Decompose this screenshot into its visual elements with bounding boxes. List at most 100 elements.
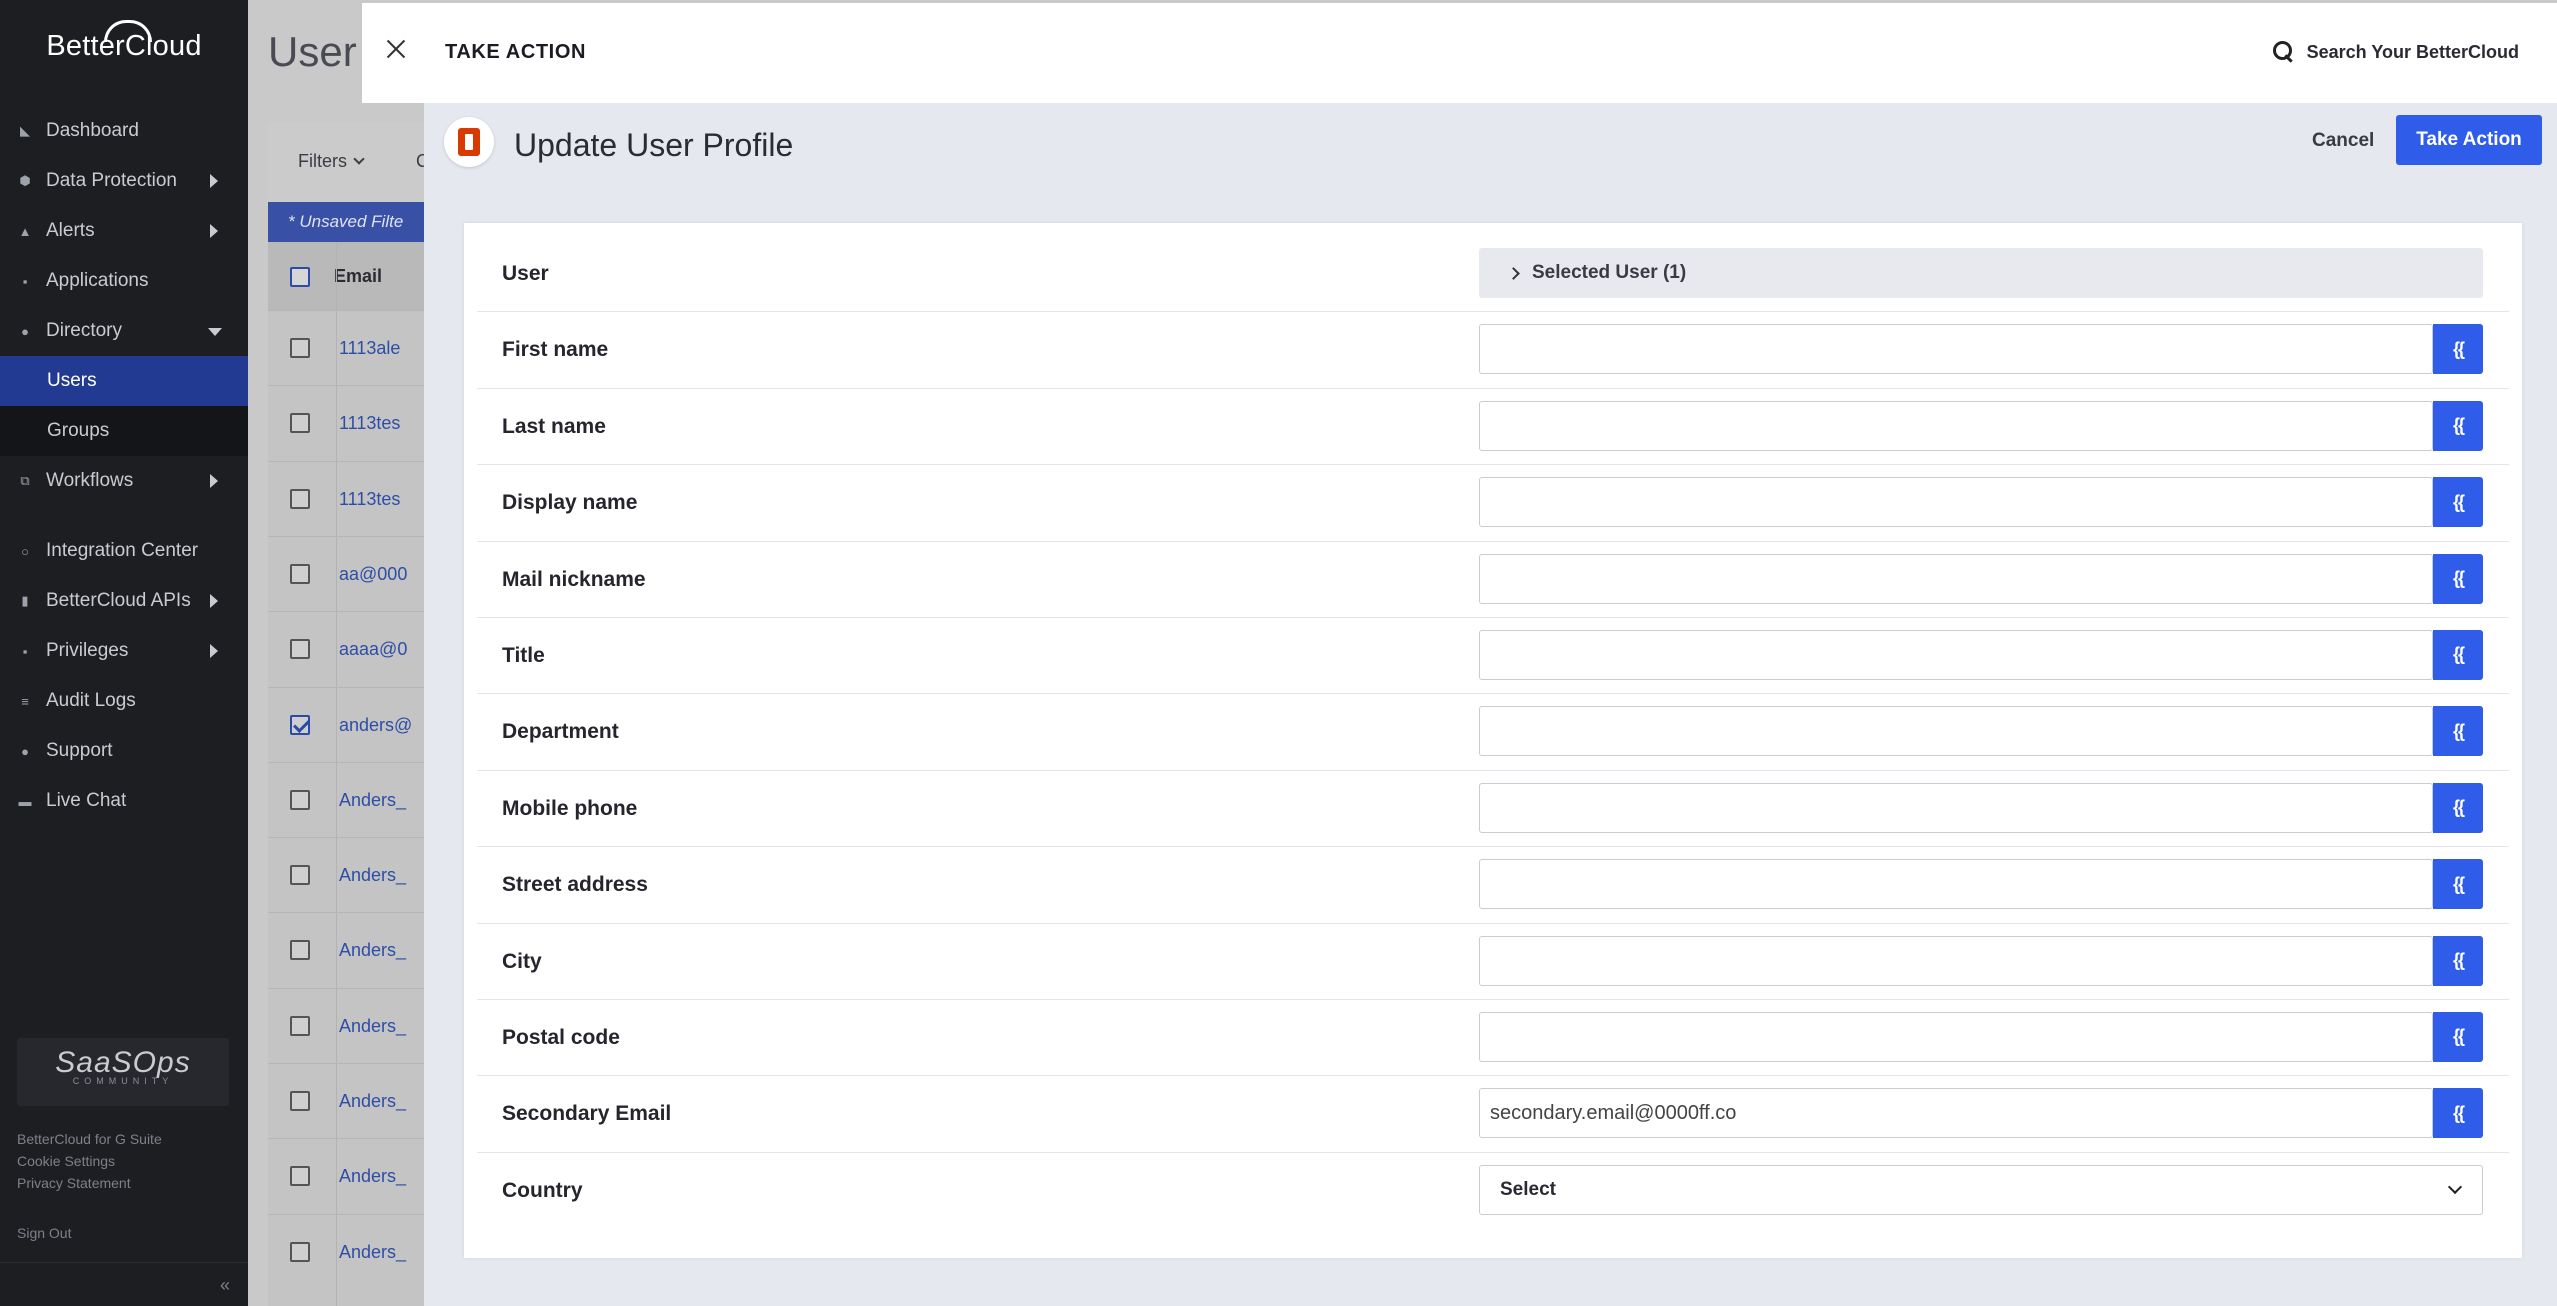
sidebar-item-dashboard[interactable]: ◣ Dashboard (0, 106, 248, 156)
sidebar-item-workflows[interactable]: ⧉ Workflows (0, 456, 248, 506)
table-row[interactable]: anders@ (268, 686, 448, 762)
table-row[interactable]: Anders_ (268, 1063, 448, 1138)
chevron-down-icon (353, 153, 365, 165)
department-input[interactable] (1479, 706, 2433, 757)
field-label: User (502, 262, 549, 285)
community-tagline: COMMUNITY (72, 1076, 174, 1086)
sidebar-item-label: Workflows (46, 470, 134, 491)
row-checkbox[interactable] (290, 563, 310, 584)
insert-variable-button[interactable]: {{ (2433, 859, 2483, 910)
form-row-country: Country Select (477, 1153, 2509, 1229)
field-label: Secondary Email (502, 1102, 672, 1126)
insert-variable-button[interactable]: {{ (2433, 1011, 2483, 1062)
sidebar-item-data-protection[interactable]: ⬢ Data Protection (0, 156, 248, 206)
insert-variable-button[interactable]: {{ (2433, 935, 2483, 986)
table-row[interactable]: Anders_ (268, 912, 448, 987)
sign-out-link[interactable]: Sign Out (17, 1225, 71, 1241)
insert-variable-button[interactable]: {{ (2433, 553, 2483, 604)
sidebar-item-label: Groups (47, 420, 110, 441)
row-checkbox[interactable] (290, 639, 310, 660)
selected-user-label: Selected User (1) (1532, 262, 1687, 283)
table-row[interactable]: Anders_ (268, 1213, 448, 1289)
sidebar-item-bettercloud-apis[interactable]: ▮ BetterCloud APIs (0, 576, 248, 626)
sidebar-item-alerts[interactable]: ▲ Alerts (0, 206, 248, 256)
sidebar-item-privileges[interactable]: ▪ Privileges (0, 626, 248, 676)
sidebar-item-applications[interactable]: ▪ Applications (0, 256, 248, 306)
take-action-button[interactable]: Take Action (2396, 115, 2542, 165)
select-all-checkbox[interactable] (290, 267, 310, 287)
row-checkbox[interactable] (290, 413, 310, 434)
sidebar-item-label: Alerts (46, 220, 95, 241)
row-checkbox[interactable] (290, 1241, 310, 1262)
secondary-email-input[interactable] (1479, 1088, 2433, 1139)
row-checkbox[interactable] (290, 1166, 310, 1187)
table-row[interactable]: Anders_ (268, 1138, 448, 1213)
last-name-input[interactable] (1479, 400, 2433, 451)
form-row-first-name: First name {{ (477, 312, 2509, 389)
insert-variable-button[interactable]: {{ (2433, 324, 2483, 375)
form-row-secondary-email: Secondary Email {{ (477, 1076, 2509, 1153)
saasops-community-logo[interactable]: SaaSOps COMMUNITY (17, 1038, 229, 1106)
footer-link-cookie-settings[interactable]: Cookie Settings (17, 1150, 162, 1172)
search-bettercloud[interactable]: Search Your BetterCloud (2272, 41, 2519, 63)
insert-variable-button[interactable]: {{ (2433, 782, 2483, 833)
table-row[interactable]: 1113tes (268, 385, 448, 460)
email-column-header[interactable]: Email (334, 266, 382, 287)
city-input[interactable] (1479, 935, 2433, 986)
table-row[interactable]: aaaa@0 (268, 611, 448, 686)
chevron-right-icon (210, 474, 218, 488)
field-label: First name (502, 338, 609, 362)
bar-chart-icon: ▮ (21, 593, 29, 608)
form-row-city: City {{ (477, 924, 2509, 1000)
street-address-input[interactable] (1479, 859, 2433, 910)
search-icon (2272, 41, 2295, 63)
filters-button[interactable]: Filters (298, 151, 365, 172)
sidebar-item-support[interactable]: ● Support (0, 726, 248, 776)
close-icon[interactable] (382, 35, 410, 63)
table-row[interactable]: Anders_ (268, 837, 448, 912)
insert-variable-button[interactable]: {{ (2433, 477, 2483, 528)
row-checkbox[interactable] (290, 789, 310, 810)
sidebar-item-users[interactable]: Users (0, 356, 248, 406)
row-checkbox[interactable] (290, 1015, 310, 1036)
people-icon: ● (21, 323, 29, 339)
row-checkbox[interactable] (290, 865, 310, 886)
sidebar-item-live-chat[interactable]: ▬ Live Chat (0, 776, 248, 826)
table-row[interactable]: Anders_ (268, 761, 448, 837)
title-input[interactable] (1479, 629, 2433, 680)
chevron-down-icon (2447, 1179, 2463, 1194)
first-name-input[interactable] (1479, 324, 2433, 375)
row-checkbox[interactable] (290, 714, 310, 735)
sidebar-item-groups[interactable]: Groups (0, 406, 248, 456)
form-row-user: User Selected User (1) (477, 236, 2509, 313)
row-checkbox[interactable] (290, 940, 310, 961)
insert-variable-button[interactable]: {{ (2433, 706, 2483, 757)
table-row[interactable]: 1113tes (268, 460, 448, 536)
table-header: Email (268, 242, 448, 310)
row-checkbox[interactable] (290, 488, 310, 509)
display-name-input[interactable] (1479, 477, 2433, 528)
country-select[interactable]: Select (1479, 1164, 2483, 1215)
sidebar-item-directory[interactable]: ● Directory (0, 306, 248, 356)
mail-nickname-input[interactable] (1479, 553, 2433, 604)
footer-link-gsuite[interactable]: BetterCloud for G Suite (17, 1128, 162, 1150)
row-checkbox[interactable] (290, 338, 310, 358)
selected-user-toggle[interactable]: Selected User (1) (1479, 248, 2483, 298)
table-row[interactable]: 1113ale (268, 310, 448, 385)
row-checkbox[interactable] (290, 1091, 310, 1111)
sidebar-item-audit-logs[interactable]: ≡ Audit Logs (0, 676, 248, 726)
insert-variable-button[interactable]: {{ (2433, 629, 2483, 680)
postal-code-input[interactable] (1479, 1011, 2433, 1062)
take-action-header: TAKE ACTION Search Your BetterCloud (362, 3, 2557, 103)
table-row[interactable]: aa@000 (268, 535, 448, 611)
mobile-phone-input[interactable] (1479, 782, 2433, 833)
insert-variable-button[interactable]: {{ (2433, 1088, 2483, 1139)
insert-variable-button[interactable]: {{ (2433, 400, 2483, 451)
page-title: User (268, 28, 357, 75)
footer-link-privacy[interactable]: Privacy Statement (17, 1172, 162, 1194)
sidebar-item-integration-center[interactable]: ○ Integration Center (0, 526, 248, 576)
collapse-sidebar-button[interactable]: « (0, 1262, 248, 1306)
bettercloud-logo[interactable]: BetterCloud (0, 20, 248, 63)
table-row[interactable]: Anders_ (268, 987, 448, 1063)
cancel-button[interactable]: Cancel (2300, 117, 2386, 165)
